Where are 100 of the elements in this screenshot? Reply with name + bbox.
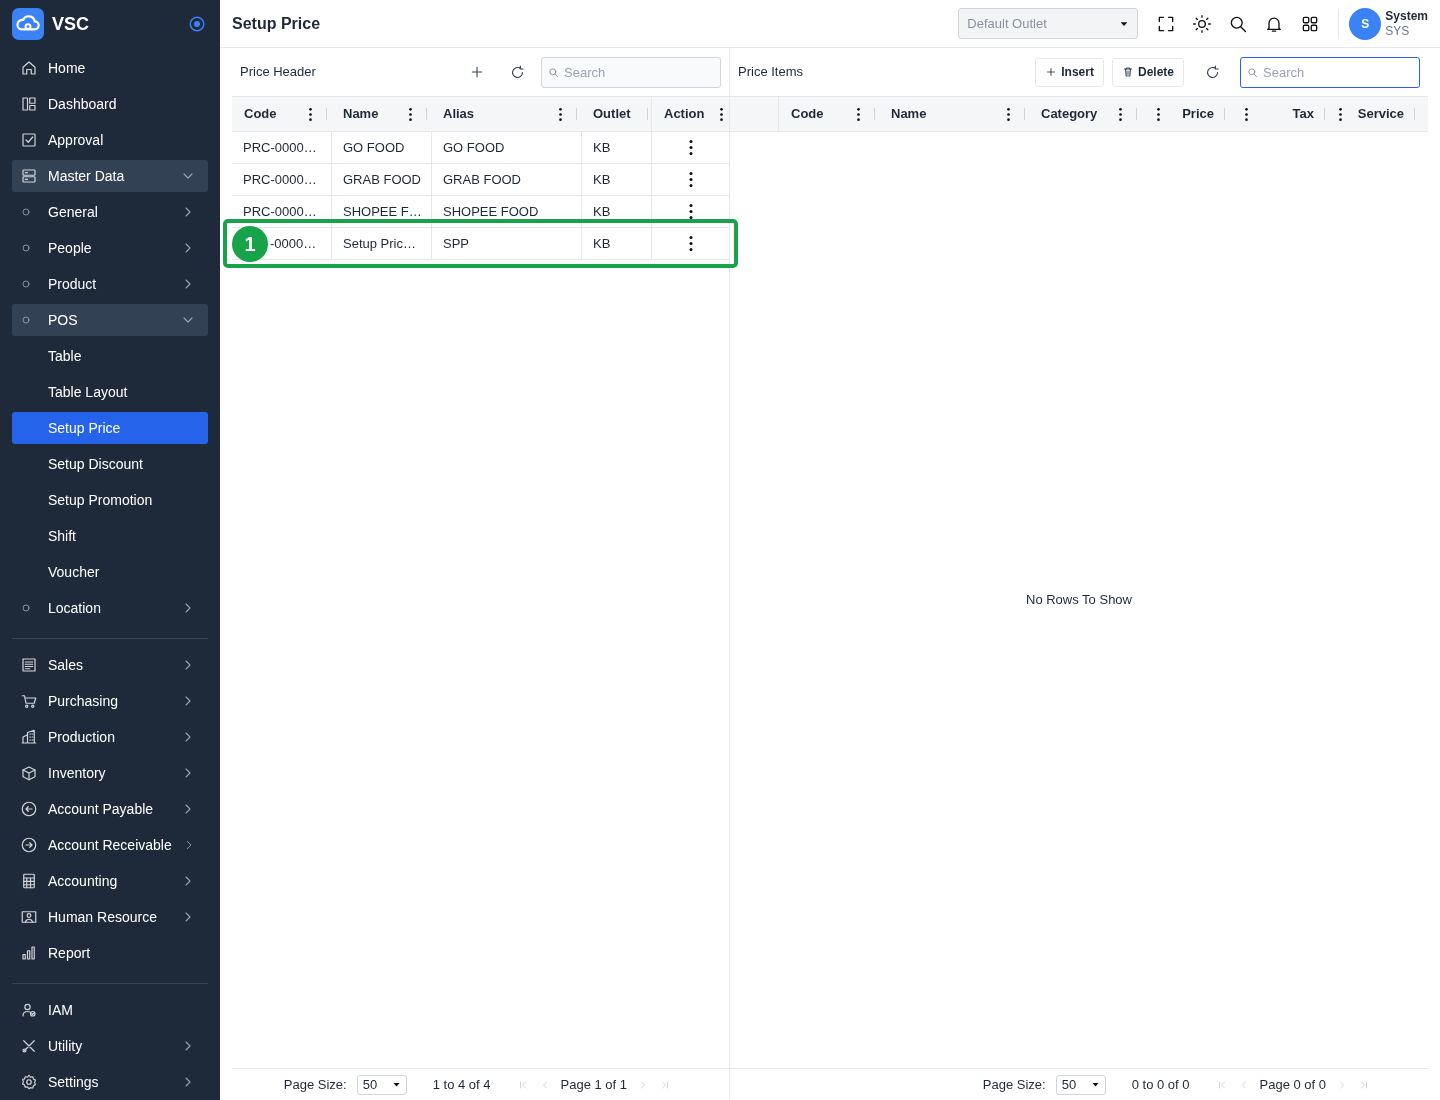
row-range: 0 to 0 of 0 — [1131, 1075, 1190, 1094]
more-vertical-icon — [689, 140, 693, 155]
sidebar-item[interactable]: Location — [12, 592, 208, 624]
circle-bullet-icon — [22, 604, 30, 612]
column-header[interactable]: Service — [1329, 97, 1419, 131]
gear-icon — [20, 1073, 38, 1091]
sidebar-item[interactable]: Table — [12, 340, 208, 372]
sidebar-item[interactable]: Report — [12, 937, 208, 969]
plus-icon — [1045, 66, 1058, 78]
delete-button[interactable]: Delete — [1111, 57, 1184, 87]
page-title: Setup Price — [232, 13, 321, 34]
tools-icon — [20, 1037, 38, 1055]
table-cell: GO FOOD — [331, 132, 431, 163]
server-icon — [20, 167, 38, 185]
table-cell: SPP — [431, 228, 581, 259]
more-vertical-icon — [689, 236, 693, 251]
sidebar-item[interactable]: Master Data — [12, 160, 208, 192]
sidebar-item[interactable]: Production — [12, 721, 208, 753]
calculator-icon — [20, 872, 38, 890]
panel-title: Price Items — [738, 63, 803, 82]
arrow-left-circle-icon — [20, 800, 38, 818]
sidebar-item[interactable]: Product — [12, 268, 208, 300]
column-header[interactable]: Code — [779, 97, 879, 131]
search-icon — [1247, 66, 1258, 78]
sidebar-item[interactable]: Utility — [12, 1030, 208, 1062]
column-header[interactable]: Outlet — [581, 97, 651, 131]
column-header[interactable]: Price — [1141, 97, 1229, 131]
table-cell: KB — [581, 228, 651, 259]
page-indicator: Page 1 of 1 — [560, 1075, 627, 1094]
caret-down-icon — [1090, 1080, 1100, 1089]
sidebar-item[interactable]: Purchasing — [12, 685, 208, 717]
sidebar-item[interactable]: Human Resource — [12, 901, 208, 933]
page-size-select[interactable]: 50 — [1055, 1074, 1106, 1095]
sidebar-item[interactable]: Table Layout — [12, 376, 208, 408]
box-icon — [20, 764, 38, 782]
row-range: 1 to 4 of 4 — [432, 1075, 491, 1094]
plus-icon — [469, 64, 485, 80]
sidebar-item[interactable]: Inventory — [12, 757, 208, 789]
column-header[interactable]: Category — [1029, 97, 1141, 131]
table-cell: KB — [581, 164, 651, 195]
panel-title: Price Header — [240, 63, 316, 82]
sidebar-item[interactable]: Setup Price — [12, 412, 208, 444]
page-size-select[interactable]: 50 — [356, 1074, 407, 1095]
arrow-right-circle-icon — [20, 836, 38, 854]
search-field[interactable]: Search — [1240, 56, 1420, 88]
user-check-icon — [20, 1001, 38, 1019]
sidebar-item[interactable]: People — [12, 232, 208, 264]
column-header[interactable]: Alias — [431, 97, 581, 131]
sidebar-item[interactable]: General — [12, 196, 208, 228]
caret-down-icon — [391, 1080, 401, 1089]
checkbox-icon — [20, 131, 38, 149]
circle-bullet-icon — [22, 280, 30, 288]
sidebar-item[interactable]: Sales — [12, 649, 208, 681]
circle-bullet-icon — [22, 244, 30, 252]
sidebar-item[interactable]: Settings — [12, 1066, 208, 1098]
column-header[interactable]: Name — [879, 97, 1029, 131]
annotation-badge: 1 — [232, 226, 268, 262]
sidebar-item[interactable]: Account Payable — [12, 793, 208, 825]
more-vertical-icon — [689, 172, 693, 187]
sidebar-item[interactable]: Approval — [12, 124, 208, 156]
sidebar-item[interactable]: Home — [12, 52, 208, 84]
page-size-label: Page Size: — [982, 1075, 1046, 1094]
dashboard-icon — [20, 95, 38, 113]
sun-icon — [1192, 13, 1213, 34]
table-cell-text: PRC-0000… — [242, 138, 318, 157]
sidebar-item[interactable]: IAM — [12, 994, 208, 1026]
page-size-label: Page Size: — [283, 1075, 347, 1094]
table-cell-text: PRC-0000… — [242, 202, 318, 221]
home-icon — [20, 59, 38, 77]
sidebar-item[interactable]: Shift — [12, 520, 208, 552]
building-icon — [20, 728, 38, 746]
search-icon — [548, 66, 559, 78]
column-header[interactable]: Code — [232, 97, 331, 131]
sidebar-item[interactable]: Setup Promotion — [12, 484, 208, 516]
cart-icon — [20, 692, 38, 710]
bar-chart-icon — [20, 944, 38, 962]
cloud-logo-icon — [12, 8, 44, 40]
sidebar-item[interactable]: Accounting — [12, 865, 208, 897]
brand-name: VSC — [52, 12, 89, 36]
table-cell: GRAB FOOD — [431, 164, 581, 195]
column-header[interactable]: Name — [331, 97, 431, 131]
empty-message: No Rows To Show — [1026, 591, 1132, 610]
column-header[interactable]: Tax — [1229, 97, 1329, 131]
table-cell: KB — [581, 132, 651, 163]
user-name: System — [1385, 8, 1428, 24]
table-cell: KB — [581, 196, 651, 227]
table-cell: GRAB FOOD — [331, 164, 431, 195]
radio-dot-icon — [188, 15, 206, 33]
circle-bullet-icon — [22, 316, 30, 324]
sidebar-item[interactable]: Setup Discount — [12, 448, 208, 480]
insert-button[interactable]: Insert — [1035, 57, 1104, 87]
sidebar-item[interactable]: Account Receivable — [12, 829, 208, 861]
last-page-icon — [1358, 1078, 1370, 1091]
sidebar-item[interactable]: POS — [12, 304, 208, 336]
table-cell: SHOPEE F… — [331, 196, 431, 227]
table-cell: Setup Pric… — [331, 228, 431, 259]
user-avatar[interactable]: S — [1349, 7, 1382, 40]
sidebar-item[interactable]: Dashboard — [12, 88, 208, 120]
sidebar-item[interactable]: Voucher — [12, 556, 208, 588]
table-cell-text: PRC-0000… — [242, 170, 318, 189]
